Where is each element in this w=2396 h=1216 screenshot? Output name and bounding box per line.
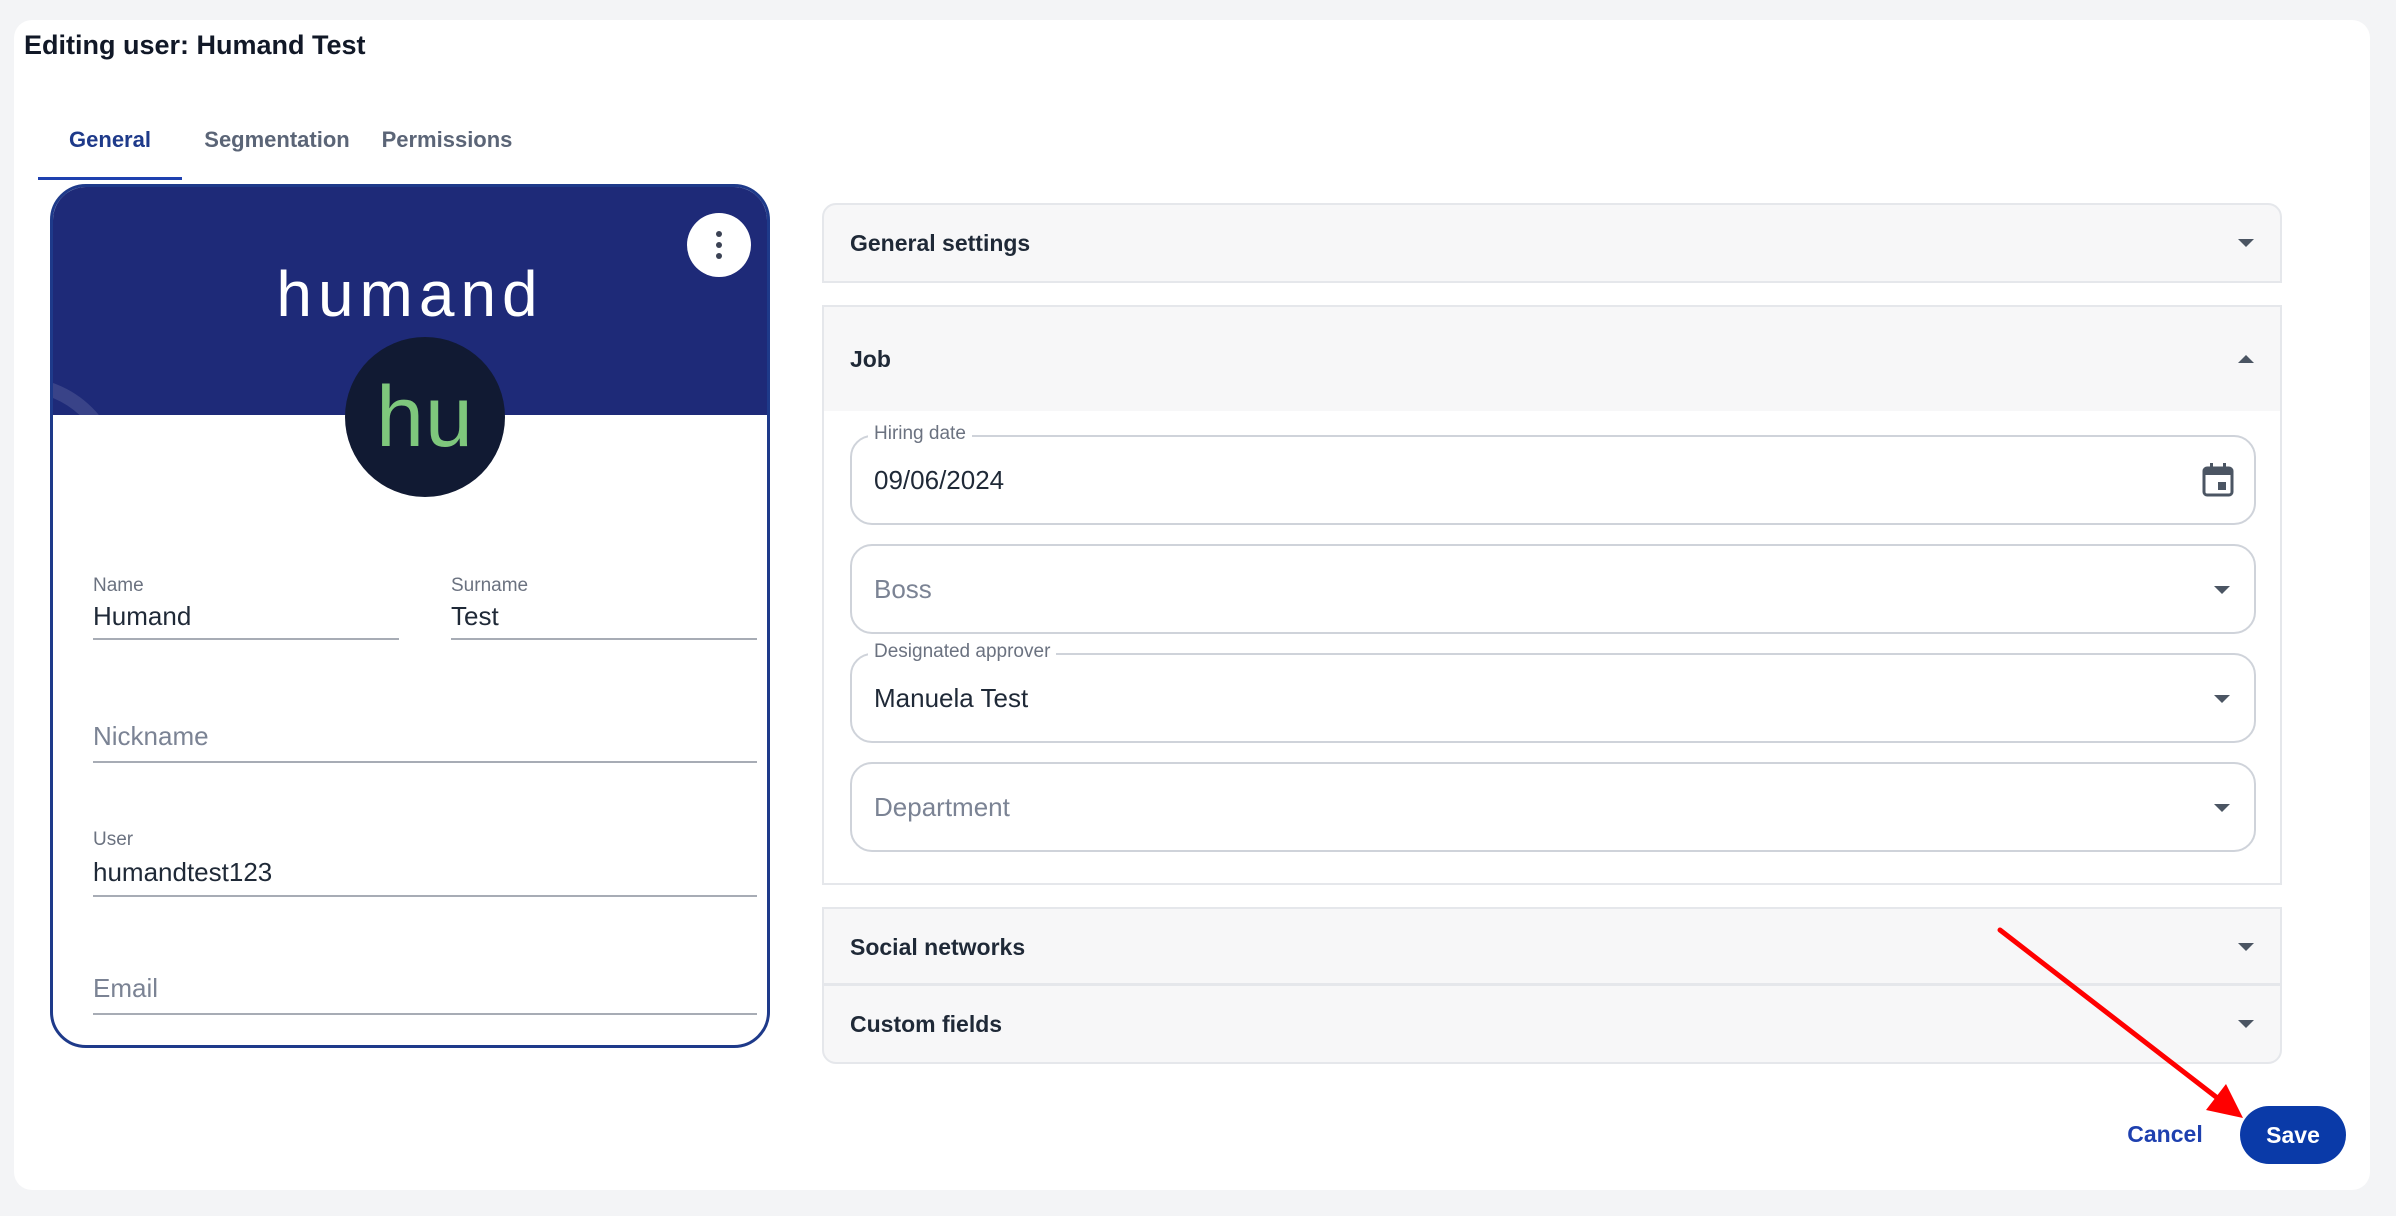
profile-card: humand hu Name Humand Surname Test Nickn… <box>50 184 770 1048</box>
chevron-down-icon <box>2214 804 2230 812</box>
department-select[interactable]: Department <box>850 762 2256 852</box>
name-field[interactable]: Name Humand <box>93 575 399 640</box>
user-field[interactable]: User humandtest123 <box>93 829 757 897</box>
social-networks-title: Social networks <box>850 933 1026 960</box>
hiring-date-value: 09/06/2024 <box>874 465 1005 495</box>
general-settings-section: General settings <box>822 203 2282 283</box>
surname-label: Surname <box>451 575 529 596</box>
tab-segmentation[interactable]: Segmentation <box>182 100 372 180</box>
custom-fields-section: Custom fields <box>822 984 2282 1064</box>
chevron-down-icon <box>2238 943 2254 951</box>
social-networks-section: Social networks <box>822 907 2282 985</box>
nickname-field[interactable]: Nickname <box>93 717 757 763</box>
banner-decoration <box>53 377 123 415</box>
tab-permissions[interactable]: Permissions <box>372 100 522 180</box>
general-settings-title: General settings <box>850 229 1031 256</box>
name-label: Name <box>93 575 144 596</box>
tab-bar: General Segmentation Permissions <box>38 100 522 180</box>
user-label: User <box>93 829 134 850</box>
cancel-button[interactable]: Cancel <box>2110 1106 2220 1162</box>
page-title: Editing user: Humand Test <box>24 30 366 60</box>
job-section: Job Hiring date 09/06/2024 Boss Designat… <box>822 305 2282 885</box>
chevron-down-icon <box>2238 1020 2254 1028</box>
surname-value: Test <box>451 601 499 631</box>
department-placeholder: Department <box>874 792 1010 822</box>
chevron-down-icon <box>2214 586 2230 594</box>
nickname-placeholder: Nickname <box>93 721 209 751</box>
chevron-down-icon <box>2238 239 2254 247</box>
calendar-icon[interactable] <box>2202 463 2234 497</box>
hiring-date-field[interactable]: Hiring date 09/06/2024 <box>850 423 2256 525</box>
more-vertical-icon-dot <box>716 242 722 248</box>
boss-placeholder: Boss <box>874 574 932 604</box>
email-placeholder: Email <box>93 973 159 1003</box>
surname-field[interactable]: Surname Test <box>451 575 757 640</box>
tab-general[interactable]: General <box>38 100 182 180</box>
save-button[interactable]: Save <box>2240 1106 2346 1164</box>
job-header[interactable]: Job <box>824 307 2280 411</box>
hiring-date-label: Hiring date <box>868 423 972 445</box>
general-settings-header[interactable]: General settings <box>824 205 2280 281</box>
boss-select[interactable]: Boss <box>850 544 2256 634</box>
more-options-button[interactable] <box>687 213 751 277</box>
social-networks-header[interactable]: Social networks <box>824 909 2280 985</box>
user-value: humandtest123 <box>93 857 273 887</box>
chevron-up-icon <box>2238 355 2254 363</box>
custom-fields-header[interactable]: Custom fields <box>824 986 2280 1062</box>
name-value: Humand <box>93 601 192 631</box>
designated-approver-label: Designated approver <box>868 641 1057 663</box>
more-vertical-icon-dot <box>716 253 722 259</box>
designated-approver-select[interactable]: Designated approver Manuela Test <box>850 641 2256 743</box>
more-vertical-icon <box>716 231 722 237</box>
avatar[interactable]: hu <box>345 337 505 497</box>
custom-fields-title: Custom fields <box>850 1010 1003 1037</box>
email-field[interactable]: Email <box>93 969 757 1015</box>
brand-logo: humand <box>276 258 544 330</box>
job-title: Job <box>850 345 891 372</box>
chevron-down-icon <box>2214 695 2230 703</box>
designated-approver-value: Manuela Test <box>874 683 1029 713</box>
